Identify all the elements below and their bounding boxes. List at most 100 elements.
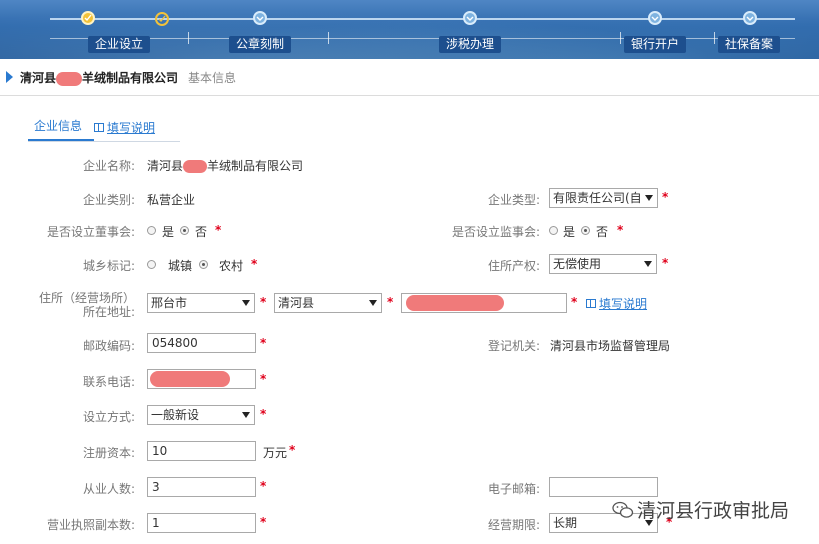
supervisory-yes-label: 是 (563, 225, 576, 239)
county-select[interactable]: 清河县 (274, 293, 382, 313)
required-mark: * (662, 256, 669, 270)
step-pending-icon (155, 12, 169, 26)
capital-label: 注册资本: (82, 446, 135, 460)
step-check-icon (743, 11, 757, 25)
step-label-enterprise[interactable]: 企业设立 (88, 36, 151, 53)
company-title-prefix: 清河县 (20, 71, 57, 85)
supervisory-no-radio[interactable] (581, 226, 590, 235)
step-check-icon (463, 11, 477, 25)
rural-option-label: 农村 (219, 259, 244, 273)
required-mark: * (251, 257, 258, 271)
required-mark: * (662, 190, 669, 204)
step-divider (188, 32, 189, 44)
required-mark: * (260, 407, 267, 421)
board-no-label: 否 (195, 225, 208, 239)
step-label-social[interactable]: 社保备案 (718, 36, 781, 53)
required-mark: * (260, 479, 267, 493)
city-select[interactable]: 邢台市 (147, 293, 255, 313)
term-select-value: 长期 (553, 516, 578, 530)
name-suffix: 羊绒制品有限公司 (207, 159, 304, 173)
board-no-radio[interactable] (180, 226, 189, 235)
board-label: 是否设立董事会: (46, 225, 135, 239)
employees-label: 从业人数: (82, 482, 135, 496)
name-value: 清河县 羊绒制品有限公司 (147, 157, 303, 174)
name-label: 企业名称: (82, 159, 135, 173)
redacted-mark (150, 371, 230, 387)
chevron-down-icon (645, 195, 653, 201)
required-mark: * (387, 295, 394, 309)
property-right-value: 无偿使用 (553, 257, 602, 271)
board-yes-label: 是 (162, 225, 175, 239)
required-mark: * (260, 295, 267, 309)
capital-unit: 万元 (263, 446, 288, 460)
email-label: 电子邮箱: (487, 482, 540, 496)
email-input[interactable] (549, 477, 658, 497)
establish-mode-value: 一般新设 (151, 408, 200, 422)
name-prefix: 清河县 (147, 159, 184, 173)
address-guide-link[interactable]: 填写说明 (586, 295, 647, 312)
postcode-input[interactable] (147, 333, 256, 353)
address-label-line2: 所在地址: (82, 305, 135, 319)
company-title-suffix: 羊绒制品有限公司 (82, 71, 179, 85)
capital-input[interactable] (147, 441, 256, 461)
step-divider (714, 32, 715, 44)
step-label-seal[interactable]: 公章刻制 (229, 36, 292, 53)
category-value: 私营企业 (147, 193, 196, 207)
city-select-value: 邢台市 (151, 296, 188, 310)
watermark-text: 清河县行政审批局 (637, 500, 790, 522)
establish-mode-label: 设立方式: (82, 410, 135, 424)
board-yes-radio[interactable] (147, 226, 156, 235)
address-guide-label: 填写说明 (599, 297, 648, 311)
authority-label: 登记机关: (487, 339, 540, 353)
type-select[interactable]: 有限责任公司(自 (549, 188, 658, 208)
urban-radio[interactable] (147, 260, 156, 269)
property-right-label: 住所产权: (487, 259, 540, 273)
property-right-select[interactable]: 无偿使用 (549, 254, 657, 274)
urban-rural-label: 城乡标记: (82, 259, 135, 273)
step-divider (328, 32, 329, 44)
required-mark: * (215, 223, 222, 237)
page-subtitle: 基本信息 (188, 71, 237, 85)
step-label-tax[interactable]: 涉税办理 (439, 36, 502, 53)
type-label: 企业类型: (487, 193, 540, 207)
required-mark: * (260, 372, 267, 386)
step-check-icon (648, 11, 662, 25)
book-icon (94, 123, 104, 132)
required-mark: * (571, 295, 578, 309)
chevron-down-icon (644, 261, 652, 267)
wechat-icon (612, 501, 634, 518)
authority-value: 清河县市场监督管理局 (550, 339, 671, 353)
step-complete-icon (81, 11, 95, 25)
step-divider (620, 32, 621, 44)
license-copies-input[interactable] (147, 513, 256, 533)
rural-radio[interactable] (199, 260, 208, 269)
county-select-value: 清河县 (278, 296, 315, 310)
redacted-mark (56, 71, 83, 86)
type-select-value: 有限责任公司(自 (553, 191, 642, 205)
step-check-icon (253, 11, 267, 25)
fill-guide-label: 填写说明 (107, 121, 156, 135)
license-copies-label: 营业执照副本数: (46, 518, 135, 532)
supervisory-no-label: 否 (596, 225, 609, 239)
required-mark: * (289, 443, 296, 457)
chevron-down-icon (242, 412, 250, 418)
employees-input[interactable] (147, 477, 256, 497)
chevron-down-icon (369, 300, 377, 306)
supervisory-yes-radio[interactable] (549, 226, 558, 235)
establish-mode-select[interactable]: 一般新设 (147, 405, 255, 425)
postcode-label: 邮政编码: (82, 339, 135, 353)
chevron-down-icon (242, 300, 250, 306)
tab-enterprise-info[interactable]: 企业信息 (28, 117, 94, 141)
redacted-mark (406, 295, 504, 311)
redacted-mark (183, 160, 208, 173)
fill-guide-link[interactable]: 填写说明 (94, 119, 155, 136)
progress-banner: 企业设立 公章刻制 涉税办理 银行开户 社保备案 (0, 0, 819, 59)
company-title: 清河县 羊绒制品有限公司 (20, 69, 178, 86)
tab-underline (28, 141, 180, 142)
category-label: 企业类别: (82, 193, 135, 207)
step-label-bank[interactable]: 银行开户 (624, 36, 687, 53)
watermark: 清河县行政审批局 (612, 496, 789, 523)
term-label: 经营期限: (487, 518, 540, 532)
required-mark: * (617, 223, 624, 237)
required-mark: * (260, 336, 267, 350)
